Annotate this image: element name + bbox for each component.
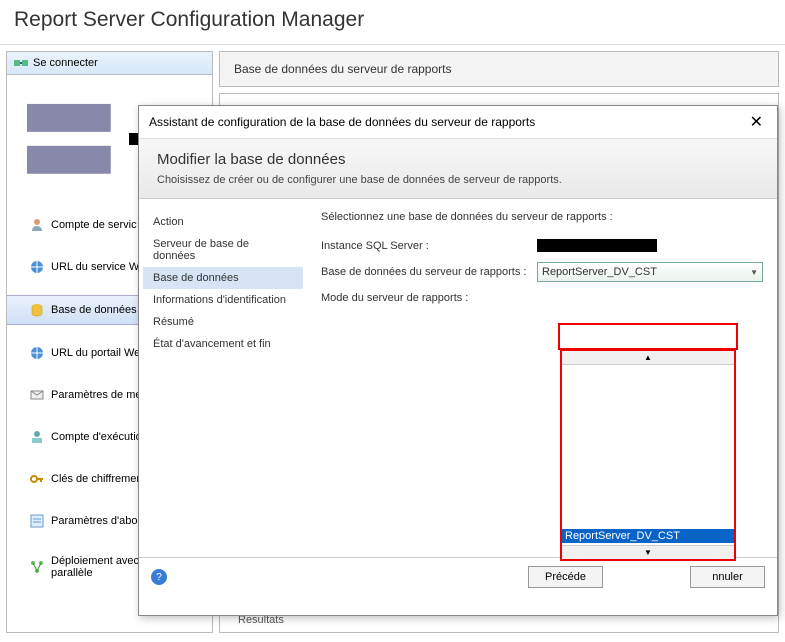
label-server-mode: Mode du serveur de rapports : [321, 292, 531, 304]
service-account-icon [29, 217, 45, 233]
globe-icon [29, 259, 45, 275]
nav-label: Clés de chiffremen [51, 473, 143, 485]
connect-bar[interactable]: Se connecter [7, 52, 212, 75]
nav-label: Compte d'exécutio [51, 431, 142, 443]
wizard-prompt: Sélectionnez une base de données du serv… [321, 211, 763, 223]
dropdown-option-selected[interactable]: ReportServer_DV_CST [562, 529, 734, 543]
wizard-step-database[interactable]: Base de données [143, 267, 303, 289]
row-sql-instance: Instance SQL Server : [321, 239, 763, 252]
cancel-button[interactable]: nnuler [690, 566, 765, 588]
server-icon [13, 83, 125, 195]
nav-label: Paramètres de me [51, 389, 141, 401]
report-db-dropdown[interactable]: ReportServer_DV_CST ▼ [537, 262, 763, 282]
app-title: Report Server Configuration Manager [0, 0, 785, 45]
wizard-step-summary[interactable]: Résumé [143, 311, 303, 333]
nav-label: Base de données [51, 304, 137, 316]
mail-settings-icon [29, 387, 45, 403]
close-icon: ✕ [750, 114, 763, 131]
connect-icon [13, 55, 29, 71]
exec-account-icon [29, 429, 45, 445]
wizard-header: Modifier la base de données Choisissez d… [139, 138, 777, 199]
dropdown-selected-value: ReportServer_DV_CST [542, 266, 657, 278]
wizard-footer: ? Précéde nnuler [139, 557, 777, 596]
scaleout-icon [29, 559, 45, 575]
wizard-steps: Action Serveur de base de données Base d… [139, 199, 307, 557]
close-button[interactable]: ✕ [746, 112, 767, 132]
wizard-title-text: Assistant de configuration de la base de… [149, 115, 535, 129]
row-server-mode: Mode du serveur de rapports : [321, 292, 763, 304]
wizard-titlebar: Assistant de configuration de la base de… [139, 106, 777, 138]
wizard-step-credentials[interactable]: Informations d'identification [143, 289, 303, 311]
globe-icon [29, 345, 45, 361]
scroll-up-arrow[interactable]: ▲ [562, 351, 734, 365]
connect-label: Se connecter [33, 57, 98, 69]
database-icon [29, 302, 45, 318]
label-report-db: Base de données du serveur de rapports : [321, 266, 531, 278]
nav-label: Compte de servic [51, 219, 137, 231]
wizard-step-dbserver[interactable]: Serveur de base de données [143, 233, 303, 267]
row-report-db: Base de données du serveur de rapports :… [321, 262, 763, 282]
subscription-icon [29, 513, 45, 529]
nav-label: URL du portail We [51, 347, 140, 359]
value-sql-instance-redacted [537, 239, 657, 252]
scroll-down-arrow[interactable]: ▼ [562, 545, 734, 559]
previous-button[interactable]: Précéde [528, 566, 603, 588]
label-sql-instance: Instance SQL Server : [321, 240, 531, 252]
nav-label: Paramètres d'abo [51, 515, 137, 527]
chevron-down-icon: ▼ [750, 268, 758, 277]
wizard-header-title: Modifier la base de données [157, 151, 759, 168]
wizard-header-subtitle: Choisissez de créer ou de configurer une… [157, 174, 759, 186]
help-icon[interactable]: ? [151, 569, 167, 585]
report-db-dropdown-list[interactable]: ▲ ReportServer_DV_CST ▼ [560, 349, 736, 561]
key-icon [29, 471, 45, 487]
wizard-step-action[interactable]: Action [143, 211, 303, 233]
nav-label: URL du service W [51, 261, 139, 273]
right-pane-header: Base de données du serveur de rapports [219, 51, 779, 87]
dropdown-list-body: ReportServer_DV_CST [562, 365, 734, 545]
wizard-step-progress[interactable]: État d'avancement et fin [143, 333, 303, 355]
wizard-buttons: Précéde nnuler [528, 566, 765, 588]
